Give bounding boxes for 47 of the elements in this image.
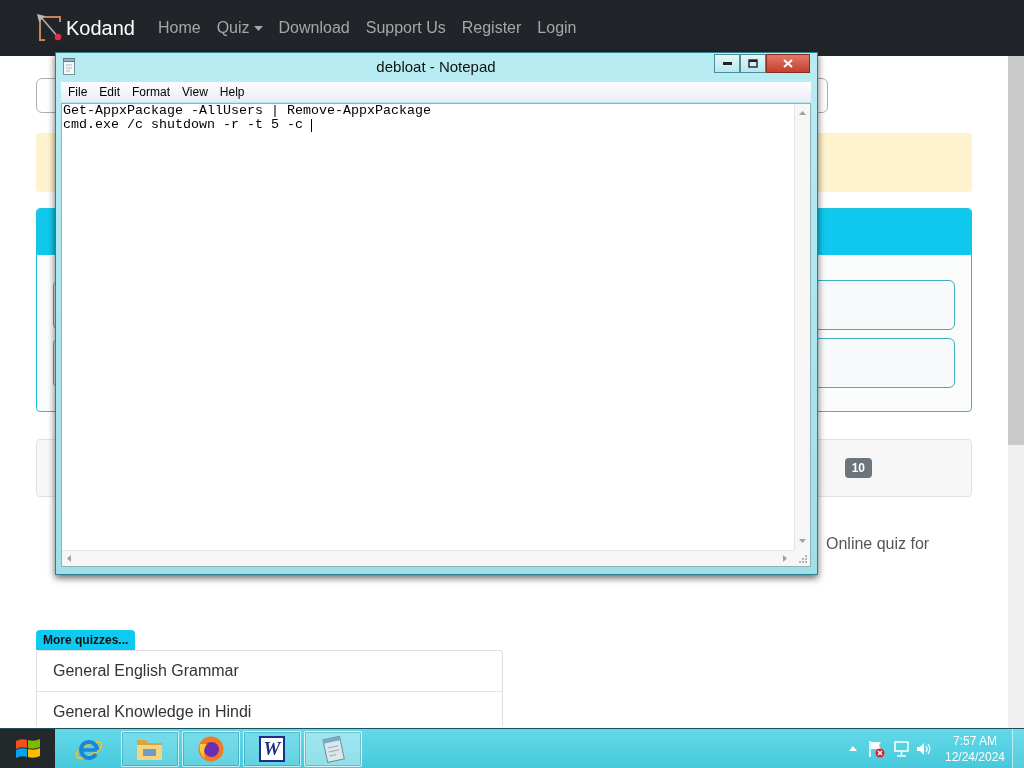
maximize-icon [748,59,758,68]
bow-arrow-logo-icon [36,13,63,43]
window-title: debloat - Notepad [376,58,496,76]
arrow-left-icon[interactable] [67,555,71,562]
page-scrollbar[interactable] [1008,56,1024,728]
nav-link[interactable]: Download [270,8,358,48]
quiz-list-item[interactable]: General English Grammar [37,651,502,692]
description-text: Online quiz for [826,534,930,554]
network-icon[interactable] [893,740,910,757]
nav-link[interactable]: Quiz [208,8,271,48]
minimize-button[interactable] [714,54,740,73]
text-line: cmd.exe /c shutdown -r -t 5 -c [63,118,303,132]
taskbar-button[interactable] [182,730,240,767]
app-letter-tile: W [259,735,285,762]
text-line: Get-AppxPackage -AllUsers | Remove-AppxPackage [63,104,431,118]
scrollbar-thumb[interactable] [1008,56,1024,445]
menu-item[interactable]: Help [213,85,251,99]
horizontal-scrollbar[interactable] [62,550,794,566]
chevron-up-icon[interactable] [849,746,857,751]
menu-item[interactable]: File [62,85,94,99]
nav-link[interactable]: Register [453,8,530,48]
text-cursor [310,118,312,132]
brand-link[interactable]: Kodand [36,13,135,43]
menu-item[interactable]: View [176,85,214,99]
start-button[interactable] [0,729,55,768]
globe-icon [197,734,225,763]
close-button[interactable] [766,54,810,73]
arrow-up-icon[interactable] [799,111,806,115]
menu-item[interactable]: Format [126,85,177,99]
section-label: More quizzes... [36,630,136,650]
notepad-icon [62,58,76,75]
flag-alert-icon[interactable] [867,739,885,758]
nav-link[interactable]: Home [149,8,209,48]
maximize-button[interactable] [740,54,766,73]
show-desktop-button[interactable] [1012,729,1024,768]
arrow-right-icon[interactable] [783,555,787,562]
nav-link[interactable]: Login [529,8,585,48]
nav-link[interactable]: Support Us [357,8,454,48]
count-badge: 10 [844,458,872,478]
arrow-down-icon[interactable] [799,539,806,543]
minimize-icon [722,62,732,65]
taskbar-button[interactable]: W [243,730,301,767]
vertical-scrollbar[interactable] [794,104,810,550]
quiz-list-item[interactable]: General Knowledge in Hindi [37,692,502,726]
menu-item[interactable]: Edit [93,85,127,99]
close-icon [783,59,793,68]
start-logo-icon [14,736,41,761]
